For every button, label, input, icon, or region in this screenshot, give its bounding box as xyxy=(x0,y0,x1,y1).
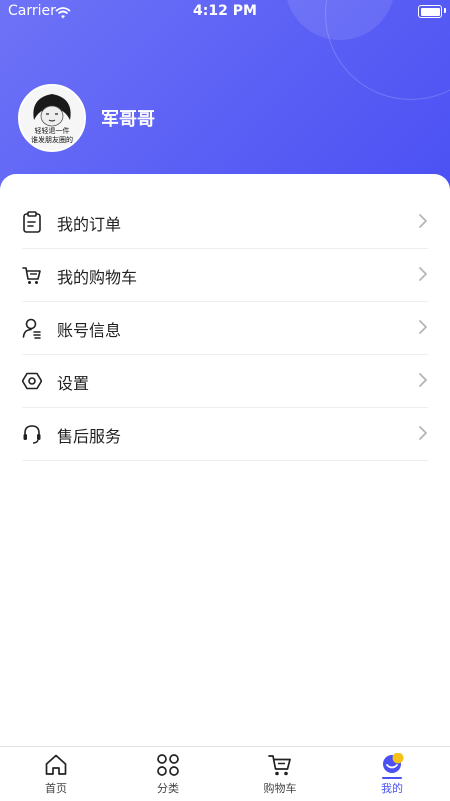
avatar-caption-line2: 谁发朋友圈的 xyxy=(31,136,73,144)
menu-item-orders[interactable]: 我的订单 xyxy=(22,196,428,249)
menu-item-label: 售后服务 xyxy=(57,427,122,446)
avatar-caption: 轻轻退一件 谁发朋友圈的 xyxy=(20,127,84,145)
chevron-right-icon xyxy=(418,213,428,229)
menu-list: 我的订单 我的购物车 账号信息 设置 售后服务 xyxy=(21,196,428,461)
menu-item-label: 设置 xyxy=(57,374,90,393)
moon-profile-icon xyxy=(380,752,404,777)
menu-item-settings[interactable]: 设置 xyxy=(21,355,428,408)
chevron-right-icon xyxy=(418,319,428,335)
headset-icon xyxy=(22,423,42,445)
chevron-right-icon xyxy=(418,266,428,282)
grid-icon xyxy=(156,753,180,777)
menu-item-label: 我的订单 xyxy=(57,215,122,234)
battery-icon xyxy=(418,5,442,18)
username: 军哥哥 xyxy=(101,109,155,130)
tab-home[interactable]: 首页 xyxy=(0,747,112,801)
avatar[interactable]: 轻轻退一件 谁发朋友圈的 xyxy=(18,84,86,152)
cart-icon xyxy=(268,753,292,777)
clipboard-icon xyxy=(22,211,42,233)
home-icon xyxy=(44,753,68,777)
cart-icon xyxy=(22,264,42,286)
clock: 4:12 PM xyxy=(193,3,257,19)
tab-label: 我的 xyxy=(381,782,403,795)
tab-label: 分类 xyxy=(157,782,179,795)
status-bar: Carrier 4:12 PM xyxy=(0,0,450,24)
menu-item-after-sales[interactable]: 售后服务 xyxy=(22,408,428,461)
chevron-right-icon xyxy=(418,372,428,388)
active-tab-indicator xyxy=(382,777,402,779)
menu-item-label: 账号信息 xyxy=(57,321,122,340)
avatar-caption-line1: 轻轻退一件 xyxy=(34,127,70,135)
tab-label: 购物车 xyxy=(263,782,297,795)
menu-card: 我的订单 我的购物车 账号信息 设置 售后服务 xyxy=(0,174,450,748)
tab-bar: 首页 分类 购物车 我的 xyxy=(0,746,450,801)
tab-label: 首页 xyxy=(45,782,67,795)
menu-item-label: 我的购物车 xyxy=(57,268,138,287)
settings-icon xyxy=(21,370,43,392)
tab-cart[interactable]: 购物车 xyxy=(224,747,336,801)
menu-item-account[interactable]: 账号信息 xyxy=(22,302,428,355)
tab-category[interactable]: 分类 xyxy=(112,747,224,801)
chevron-right-icon xyxy=(418,425,428,441)
user-info-icon xyxy=(22,317,42,339)
battery-tip xyxy=(444,8,446,13)
tab-mine[interactable]: 我的 xyxy=(336,747,448,801)
profile-header: Carrier 4:12 PM 轻轻退一件 谁发朋友圈的 军哥哥 xyxy=(0,0,450,200)
menu-item-cart[interactable]: 我的购物车 xyxy=(22,249,428,302)
